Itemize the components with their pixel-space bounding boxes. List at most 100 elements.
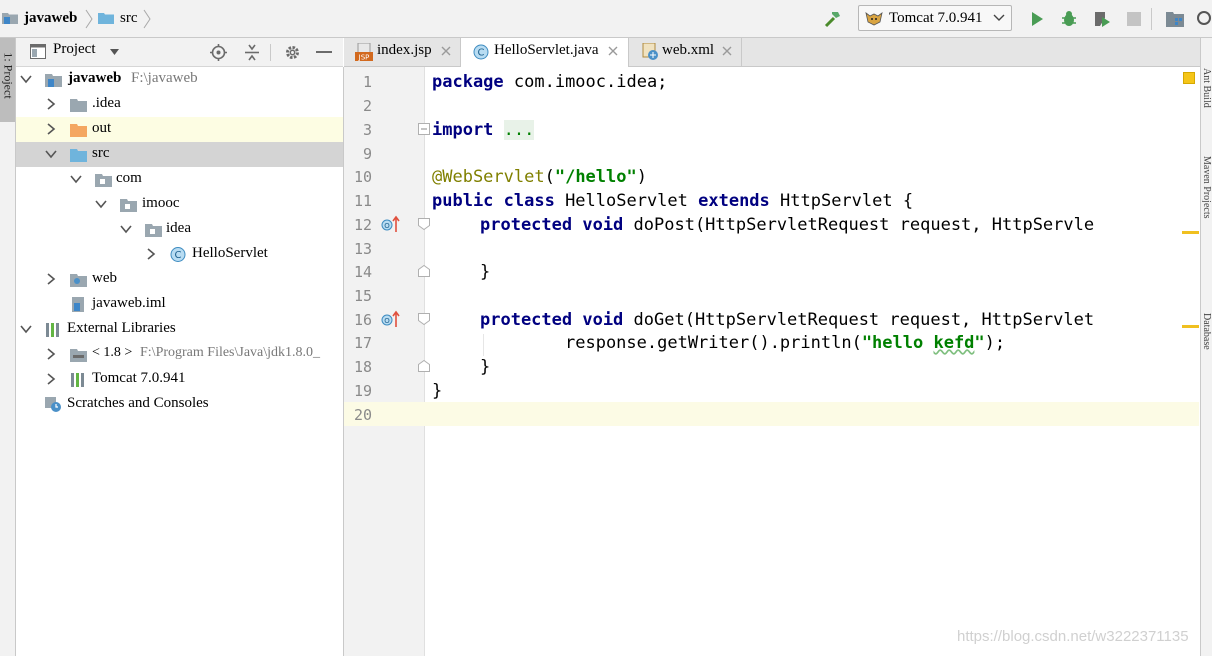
close-icon[interactable] xyxy=(608,46,618,56)
code-line-19: } xyxy=(432,379,442,403)
warning-status-icon[interactable] xyxy=(1183,72,1195,84)
chevron-down-icon[interactable] xyxy=(110,49,119,55)
project-structure-icon xyxy=(1166,12,1184,27)
breadcrumb-item-src[interactable]: src xyxy=(98,8,138,28)
debug-icon xyxy=(1062,11,1076,26)
tree-item-tomcat-library[interactable]: Tomcat 7.0.941 xyxy=(16,367,343,392)
line-number: 15 xyxy=(353,287,372,305)
chevron-right-icon[interactable] xyxy=(45,98,57,110)
build-button[interactable] xyxy=(822,8,844,30)
left-tool-window-stripe: 1: Project xyxy=(0,38,16,656)
tree-item-label: out xyxy=(92,120,112,136)
tree-item-iml-file[interactable]: javaweb.iml xyxy=(16,292,343,317)
chevron-down-icon[interactable] xyxy=(20,73,32,85)
tree-item-javaweb[interactable]: javaweb F:\javaweb xyxy=(16,67,343,92)
library-icon xyxy=(71,373,84,387)
code-text: ) xyxy=(636,167,647,187)
run-button[interactable] xyxy=(1026,8,1048,30)
package-icon xyxy=(145,224,162,237)
tree-item-idea-folder[interactable]: .idea xyxy=(16,92,343,117)
code-editor[interactable] xyxy=(425,67,1199,656)
stop-icon xyxy=(1127,12,1141,26)
fold-marker-icon[interactable] xyxy=(418,313,430,325)
code-text: ( xyxy=(544,167,555,187)
code-text: } xyxy=(432,381,443,401)
gear-icon[interactable] xyxy=(284,44,301,61)
tree-item-path: F:\Program Files\Java\jdk1.8.0_ xyxy=(140,345,321,360)
tree-item-label: Tomcat 7.0.941 xyxy=(92,370,186,386)
line-number: 3 xyxy=(362,121,372,139)
database-tab[interactable]: Database xyxy=(1202,313,1212,378)
chevron-right-icon[interactable] xyxy=(45,123,57,135)
fold-marker-icon[interactable] xyxy=(418,218,430,230)
fold-marker-icon[interactable] xyxy=(418,265,430,277)
hide-panel-icon[interactable] xyxy=(316,51,332,54)
chevron-down-icon[interactable] xyxy=(20,323,32,335)
project-folder-icon xyxy=(2,13,18,24)
search-everywhere-button[interactable] xyxy=(1194,8,1212,30)
maven-projects-tab[interactable]: Maven Projects xyxy=(1202,156,1212,276)
chevron-right-icon[interactable] xyxy=(45,373,57,385)
tree-item-out-folder[interactable]: out xyxy=(16,117,343,142)
ant-build-tab[interactable]: Ant Build xyxy=(1202,68,1212,138)
close-icon[interactable] xyxy=(441,46,451,56)
code-line-11: public class HelloServlet extends HttpSe… xyxy=(432,189,913,213)
code-text: doPost(HttpServletRequest request, HttpS… xyxy=(623,215,1095,235)
stop-button[interactable] xyxy=(1123,8,1145,30)
tab-label: index.jsp xyxy=(377,42,432,58)
code-line-14: } xyxy=(480,260,490,284)
code-text: HttpServlet { xyxy=(769,191,914,211)
breadcrumb-label: src xyxy=(120,9,138,26)
project-structure-button[interactable] xyxy=(1164,8,1186,30)
run-configuration-select[interactable]: Tomcat 7.0.941 xyxy=(858,5,1012,31)
code-text: ); xyxy=(984,333,1006,353)
tree-item-external-libraries[interactable]: External Libraries xyxy=(16,317,343,342)
project-tool-window-tab[interactable]: 1: Project xyxy=(0,38,16,122)
line-number: 12 xyxy=(353,216,372,234)
tree-item-web-folder[interactable]: web xyxy=(16,267,343,292)
override-method-icon[interactable]: O xyxy=(381,310,401,328)
line-number: 9 xyxy=(362,145,372,163)
java-class-icon: C xyxy=(170,247,186,262)
chevron-down-icon[interactable] xyxy=(45,148,57,160)
build-hammer-icon xyxy=(824,12,840,28)
current-line-highlight xyxy=(344,402,1199,426)
tree-item-idea-package[interactable]: idea xyxy=(16,217,343,242)
coverage-icon xyxy=(1095,12,1110,27)
tree-item-com-package[interactable]: com xyxy=(16,167,343,192)
breadcrumb-item-javaweb[interactable]: javaweb xyxy=(2,8,77,28)
chevron-down-icon[interactable] xyxy=(95,198,107,210)
editor-tab-web-xml[interactable]: web.xml xyxy=(629,38,742,66)
tree-item-src-folder[interactable]: src xyxy=(16,142,343,167)
project-panel-title[interactable]: Project xyxy=(53,41,96,58)
tree-item-label: web xyxy=(92,270,117,286)
debug-button[interactable] xyxy=(1058,8,1080,30)
chevron-down-icon xyxy=(993,14,1005,21)
tree-item-label: imooc xyxy=(142,195,180,211)
svg-text:O: O xyxy=(384,317,390,325)
code-text: } xyxy=(480,357,491,377)
override-method-icon[interactable]: O xyxy=(381,215,401,233)
tree-item-jdk[interactable]: < 1.8 > F:\Program Files\Java\jdk1.8.0_ xyxy=(16,342,343,367)
tree-item-helloservlet-class[interactable]: C HelloServlet xyxy=(16,242,343,267)
source-folder-icon xyxy=(70,149,87,162)
run-with-coverage-button[interactable] xyxy=(1091,8,1113,30)
chevron-right-icon[interactable] xyxy=(145,248,157,260)
chevron-down-icon[interactable] xyxy=(120,223,132,235)
chevron-down-icon[interactable] xyxy=(70,173,82,185)
code-line-16: protected void doGet(HttpServletRequest … xyxy=(480,308,1094,332)
tree-item-scratches[interactable]: Scratches and Consoles xyxy=(16,392,343,417)
fold-marker-icon[interactable] xyxy=(418,123,430,135)
chevron-right-icon[interactable] xyxy=(45,273,57,285)
editor-tab-index-jsp[interactable]: JSP index.jsp xyxy=(344,38,461,66)
typo-word: kefd xyxy=(933,333,975,353)
close-icon[interactable] xyxy=(722,46,732,56)
editor-tab-helloservlet-java[interactable]: C HelloServlet.java xyxy=(461,38,629,67)
fold-marker-icon[interactable] xyxy=(418,360,430,372)
locate-file-icon[interactable] xyxy=(210,44,227,61)
folded-imports[interactable]: ... xyxy=(503,120,535,140)
tree-item-imooc-package[interactable]: imooc xyxy=(16,192,343,217)
collapse-all-icon[interactable] xyxy=(244,44,260,61)
svg-text:O: O xyxy=(384,222,390,230)
chevron-right-icon[interactable] xyxy=(45,348,57,360)
